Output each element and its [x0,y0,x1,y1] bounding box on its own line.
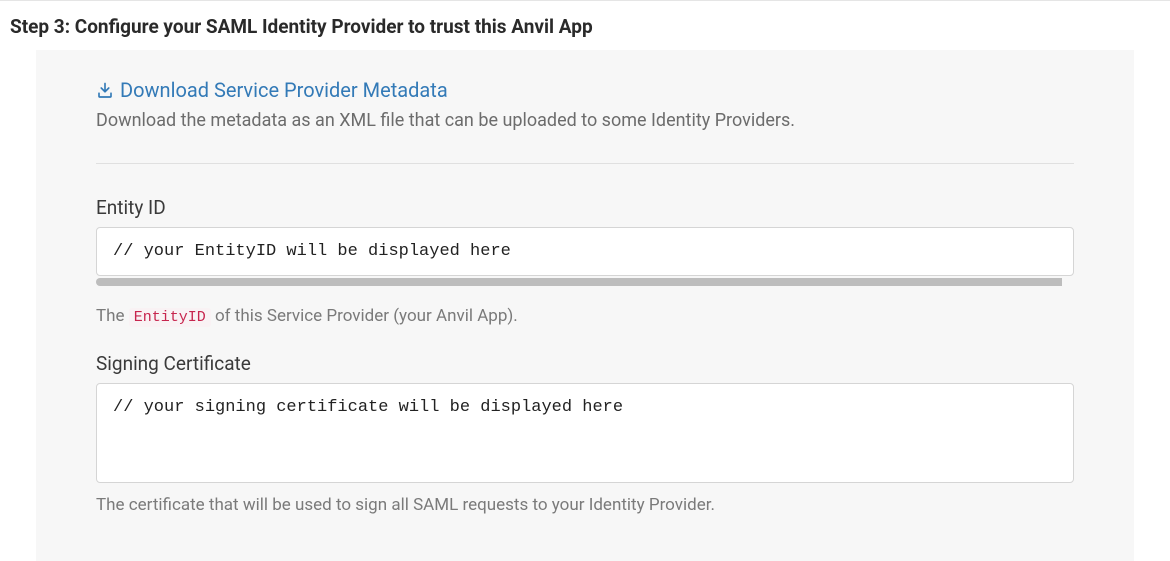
download-link-text: Download Service Provider Metadata [120,78,448,102]
signing-cert-label: Signing Certificate [96,352,1074,375]
download-description: Download the metadata as an XML file tha… [96,110,1074,131]
step-title: Step 3: Configure your SAML Identity Pro… [0,0,1170,50]
config-panel: Download Service Provider Metadata Downl… [36,50,1134,561]
entity-id-help-suffix: of this Service Provider (your Anvil App… [211,306,518,326]
download-metadata-link[interactable]: Download Service Provider Metadata [96,78,448,102]
entity-id-label: Entity ID [96,196,1074,219]
signing-cert-help: The certificate that will be used to sig… [96,495,1074,515]
download-icon [96,81,114,99]
section-divider [96,163,1074,164]
entity-id-help-prefix: The [96,306,129,326]
entity-id-help: The EntityID of this Service Provider (y… [96,306,1074,326]
entity-id-value[interactable]: // your EntityID will be displayed here [96,227,1074,276]
entity-id-help-code: EntityID [129,308,211,327]
entity-id-scrollbar[interactable] [96,278,1074,286]
signing-cert-value[interactable]: // your signing certificate will be disp… [96,383,1074,483]
step-container: Step 3: Configure your SAML Identity Pro… [0,0,1170,561]
